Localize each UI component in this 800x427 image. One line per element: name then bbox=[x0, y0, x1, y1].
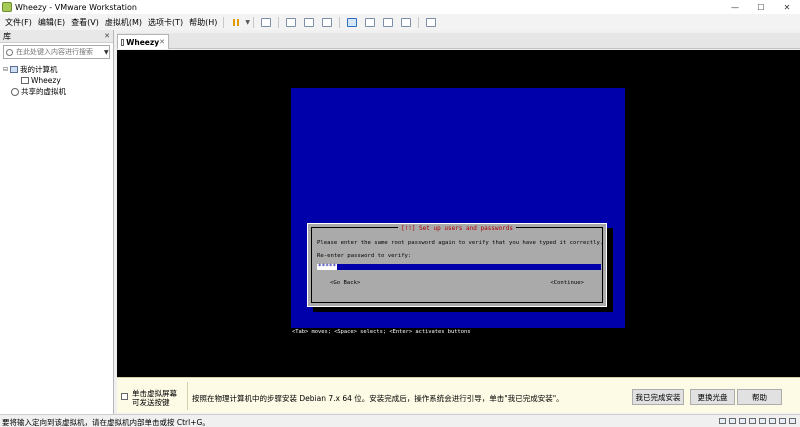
revert-icon bbox=[304, 17, 315, 27]
menu-tabs[interactable]: 选项卡(T) bbox=[145, 17, 186, 28]
menu-file[interactable]: 文件(F) bbox=[2, 17, 35, 28]
library-header: 库 ✕ bbox=[0, 30, 113, 43]
library-title: 库 bbox=[3, 31, 11, 41]
message-icon[interactable] bbox=[789, 418, 796, 424]
password-mask: ***** bbox=[317, 263, 338, 270]
dialog-prompt: Please enter the same root password agai… bbox=[317, 240, 604, 246]
toolbar-separator bbox=[223, 16, 225, 28]
shared-vm-icon bbox=[11, 87, 19, 96]
sound-icon[interactable] bbox=[759, 418, 766, 424]
status-message: 要将输入定向到该虚拟机，请在虚拟机内部单击或按 Ctrl+G。 bbox=[2, 418, 210, 427]
hint-line: 单击虚拟屏幕 bbox=[132, 389, 177, 398]
toolbar-separator bbox=[278, 16, 280, 28]
usb-icon[interactable] bbox=[749, 418, 756, 424]
finished-install-button[interactable]: 我已完成安装 bbox=[632, 389, 684, 405]
toolbar-separator bbox=[339, 16, 341, 28]
library-panel: 库 ✕ ▼ ⊟ 我的计算机 Wheezy 共享的虚拟机 bbox=[0, 30, 114, 414]
tree-item-wheezy[interactable]: Wheezy bbox=[3, 75, 113, 86]
suspend-button[interactable] bbox=[229, 16, 243, 29]
tree-item-shared-vms[interactable]: 共享的虚拟机 bbox=[3, 86, 113, 97]
snapshot-button[interactable] bbox=[284, 16, 298, 29]
vmware-app-icon bbox=[2, 2, 12, 12]
tree-item-label: 共享的虚拟机 bbox=[21, 87, 66, 96]
search-input[interactable] bbox=[16, 48, 102, 56]
help-button[interactable]: 帮助 bbox=[737, 389, 782, 405]
vm-console[interactable]: [!!] Set up users and passwords Please e… bbox=[117, 50, 800, 377]
toolbar-separator bbox=[418, 16, 420, 28]
computer-icon bbox=[10, 66, 18, 73]
tree-item-my-computer[interactable]: ⊟ 我的计算机 bbox=[3, 64, 113, 75]
dialog-field-label: Re-enter password to verify: bbox=[317, 253, 412, 259]
thumbnail-icon bbox=[365, 17, 376, 27]
library-icon bbox=[347, 17, 358, 27]
send-ctrl-alt-del-button[interactable] bbox=[259, 16, 273, 29]
revert-snapshot-button[interactable] bbox=[302, 16, 316, 29]
keyboard-icon bbox=[261, 17, 272, 27]
menu-view[interactable]: 查看(V) bbox=[68, 17, 102, 28]
menu-help[interactable]: 帮助(H) bbox=[186, 17, 220, 28]
install-instructions: 按照在物理计算机中的步骤安装 Debian 7.x 64 位。安装完成后，操作系… bbox=[192, 394, 564, 403]
close-tab-icon[interactable]: ✕ bbox=[159, 38, 165, 46]
snapshot-icon bbox=[286, 17, 297, 27]
tab-label: Wheezy bbox=[126, 37, 160, 47]
tab-wheezy[interactable]: Wheezy ✕ bbox=[117, 34, 169, 49]
title-bar: Wheezy - VMware Workstation — ☐ ✕ bbox=[0, 0, 800, 14]
toolbar-separator bbox=[253, 16, 255, 28]
full-screen-icon bbox=[383, 17, 394, 27]
vm-icon bbox=[21, 77, 29, 84]
change-disc-button[interactable]: 更换光盘 bbox=[690, 389, 735, 405]
debian-installer-screen[interactable]: [!!] Set up users and passwords Please e… bbox=[291, 88, 625, 336]
click-to-send-keys-hint: 单击虚拟屏幕 可发送按键 bbox=[132, 389, 177, 407]
dialog-frame: [!!] Set up users and passwords Please e… bbox=[311, 225, 604, 303]
snapshot-manager-icon bbox=[322, 17, 333, 27]
window-title: Wheezy - VMware Workstation bbox=[15, 2, 137, 12]
status-bar: 要将输入定向到该虚拟机，请在虚拟机内部单击或按 Ctrl+G。 bbox=[0, 414, 800, 427]
display-icon[interactable] bbox=[779, 418, 786, 424]
collapse-icon[interactable]: ⊟ bbox=[3, 66, 10, 73]
chevron-down-icon[interactable]: ▼ bbox=[104, 49, 109, 56]
dialog-title-text: [!!] Set up users and passwords bbox=[398, 225, 516, 232]
pause-icon bbox=[233, 18, 240, 26]
thumbnail-bar-button[interactable] bbox=[363, 16, 377, 29]
tab-bar: Wheezy ✕ bbox=[117, 33, 800, 49]
install-info-bar: 单击虚拟屏幕 可发送按键 按照在物理计算机中的步骤安装 Debian 7.x 6… bbox=[117, 377, 800, 413]
password-verify-field[interactable]: ***** bbox=[317, 264, 601, 270]
hard-disk-icon[interactable] bbox=[719, 418, 726, 424]
device-status-icons bbox=[716, 418, 796, 424]
unity-icon bbox=[401, 17, 412, 27]
hint-line: 可发送按键 bbox=[132, 398, 170, 407]
tree-item-label: Wheezy bbox=[31, 76, 61, 85]
menu-edit[interactable]: 编辑(E) bbox=[35, 17, 68, 28]
library-close-icon[interactable]: ✕ bbox=[104, 32, 110, 40]
info-divider bbox=[187, 382, 188, 410]
click-screen-icon bbox=[121, 393, 128, 400]
go-back-button[interactable]: <Go Back> bbox=[330, 280, 360, 286]
tree-item-label: 我的计算机 bbox=[20, 65, 58, 74]
password-dialog: [!!] Set up users and passwords Please e… bbox=[307, 223, 607, 307]
menu-vm[interactable]: 虚拟机(M) bbox=[102, 17, 145, 28]
printer-icon[interactable] bbox=[769, 418, 776, 424]
installer-help-line: <Tab> moves; <Space> selects; <Enter> ac… bbox=[291, 328, 625, 336]
library-search: ▼ bbox=[3, 45, 110, 59]
show-library-button[interactable] bbox=[345, 16, 359, 29]
snapshot-manager-button[interactable] bbox=[320, 16, 334, 29]
minimize-button[interactable]: — bbox=[722, 0, 748, 14]
chevron-down-icon[interactable]: ▼ bbox=[245, 19, 250, 26]
menu-bar: 文件(F) 编辑(E) 查看(V) 虚拟机(M) 选项卡(T) 帮助(H) ▼ bbox=[0, 14, 800, 30]
cd-drive-icon[interactable] bbox=[729, 418, 736, 424]
continue-button[interactable]: <Continue> bbox=[550, 280, 584, 286]
console-icon bbox=[426, 17, 437, 27]
dialog-title: [!!] Set up users and passwords bbox=[312, 223, 602, 232]
network-icon[interactable] bbox=[739, 418, 746, 424]
window-controls: — ☐ ✕ bbox=[722, 0, 800, 14]
console-view-button[interactable] bbox=[424, 16, 438, 29]
full-screen-button[interactable] bbox=[381, 16, 395, 29]
unity-button[interactable] bbox=[399, 16, 413, 29]
close-window-button[interactable]: ✕ bbox=[774, 0, 800, 14]
maximize-button[interactable]: ☐ bbox=[748, 0, 774, 14]
library-tree: ⊟ 我的计算机 Wheezy 共享的虚拟机 bbox=[0, 61, 113, 97]
search-icon bbox=[6, 48, 13, 56]
vm-icon bbox=[121, 38, 125, 46]
